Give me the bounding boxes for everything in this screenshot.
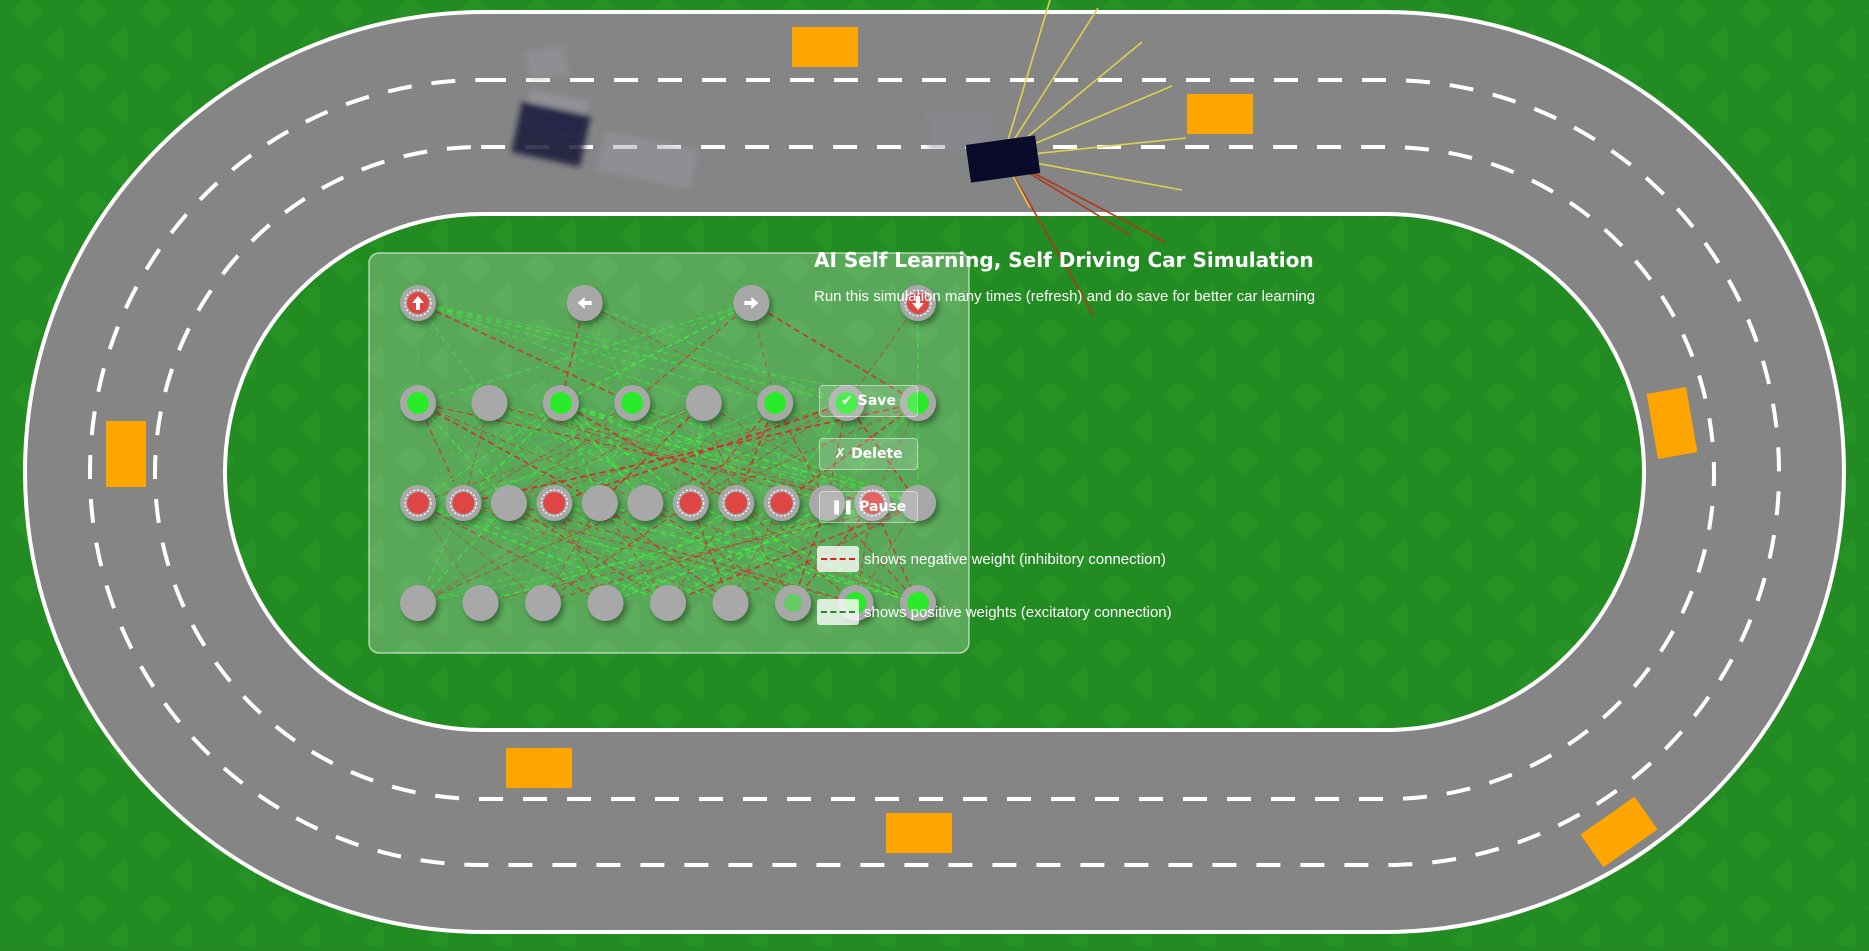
hidden-neuron [542, 385, 579, 421]
legend-negative: shows negative weight (inhibitory connec… [817, 545, 1166, 573]
hidden-neuron [400, 385, 436, 421]
hidden-neuron [490, 485, 527, 521]
simulation-scene [0, 0, 1869, 947]
check-icon: ✔ [841, 393, 853, 409]
negative-weight-swatch [817, 546, 859, 572]
hidden-neuron [672, 485, 709, 521]
hidden-neuron [614, 385, 651, 421]
hidden-neuron [763, 485, 800, 521]
legend-positive-text: shows positive weights (excitatory conne… [864, 603, 1172, 621]
hidden-neuron [718, 485, 755, 521]
pause-button-label: Pause [859, 499, 907, 515]
obstacle [106, 421, 146, 487]
hidden-neuron [757, 385, 794, 421]
input-neuron [712, 585, 749, 621]
input-neuron [650, 585, 686, 621]
save-button[interactable]: ✔ Save [819, 385, 918, 417]
legend-negative-text: shows negative weight (inhibitory connec… [864, 550, 1166, 568]
input-neuron [775, 585, 811, 621]
output-neuron [566, 285, 603, 321]
output-neuron [400, 285, 436, 321]
pause-button[interactable]: ❚❚ Pause [819, 491, 918, 523]
cross-icon: ✗ [834, 446, 847, 462]
delete-button[interactable]: ✗ Delete [819, 438, 918, 470]
obstacle [886, 813, 952, 853]
hidden-neuron [400, 485, 436, 521]
positive-weight-swatch [817, 599, 859, 625]
obstacle [792, 27, 858, 67]
hidden-neuron [685, 385, 722, 421]
input-neuron [400, 585, 436, 621]
input-neuron [525, 585, 561, 621]
save-button-label: Save [857, 393, 896, 409]
input-neuron [462, 585, 499, 621]
hidden-neuron [536, 485, 573, 521]
delete-button-label: Delete [851, 446, 903, 462]
output-neuron [733, 285, 770, 321]
obstacle [506, 748, 572, 788]
page-subtitle: Run this simulation many times (refresh)… [814, 288, 1316, 305]
obstacle [1187, 94, 1253, 134]
input-neuron [587, 585, 624, 621]
hidden-neuron [471, 385, 508, 421]
track-canvas [0, 0, 1869, 947]
pause-icon: ❚❚ [830, 499, 855, 515]
page-title: AI Self Learning, Self Driving Car Simul… [814, 248, 1314, 272]
hidden-neuron [581, 485, 618, 521]
hidden-neuron [627, 485, 664, 521]
legend-positive: shows positive weights (excitatory conne… [817, 598, 1172, 626]
hidden-neuron [445, 485, 482, 521]
